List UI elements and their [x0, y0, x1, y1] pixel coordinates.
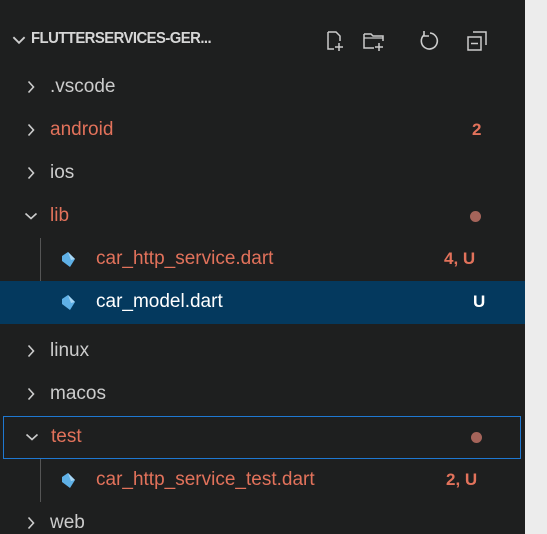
collapse-all-icon[interactable]: [465, 29, 489, 53]
tree-item-label: car_model.dart: [96, 291, 223, 312]
tree-item-android[interactable]: android 2: [0, 109, 525, 152]
chevron-right-icon: [23, 79, 39, 95]
workspace-title[interactable]: FLUTTERSERVICES-GER...: [31, 30, 212, 48]
tree-item-test[interactable]: test: [3, 416, 521, 459]
git-status-badge: U: [473, 292, 486, 311]
chevron-down-icon: [23, 208, 39, 224]
tree-item-ios[interactable]: ios: [0, 152, 525, 195]
tree-item-label: ios: [50, 162, 75, 183]
tree-item-label: lib: [50, 205, 70, 226]
tree-item-label: macos: [50, 383, 106, 404]
tree-item-linux[interactable]: linux: [0, 330, 525, 373]
tree-item-label: car_http_service.dart: [96, 248, 274, 269]
tree-item-vscode[interactable]: .vscode: [0, 66, 525, 109]
tree-item-label: web: [50, 512, 85, 533]
dart-file-icon: [58, 250, 78, 270]
dart-file-icon: [58, 293, 78, 313]
editor-edge: [525, 0, 547, 534]
tree-item-label: android: [50, 119, 114, 140]
tree-item-label: linux: [50, 340, 90, 361]
refresh-icon[interactable]: [417, 29, 441, 53]
chevron-right-icon: [23, 343, 39, 359]
git-status-badge: 4, U: [444, 249, 476, 268]
chevron-right-icon: [23, 165, 39, 181]
chevron-right-icon: [23, 386, 39, 402]
tree-item-car-http-service[interactable]: car_http_service.dart 4, U: [0, 238, 525, 281]
explorer-panel: FLUTTERSERVICES-GER... .vscode android 2: [0, 0, 525, 534]
tree-item-web[interactable]: web: [0, 502, 525, 534]
chevron-down-icon: [24, 429, 40, 445]
explorer-header[interactable]: FLUTTERSERVICES-GER...: [0, 22, 525, 60]
new-file-icon[interactable]: [323, 29, 347, 53]
modified-dot: [470, 211, 481, 222]
chevron-down-icon[interactable]: [10, 31, 28, 49]
modified-dot: [471, 432, 482, 443]
tree-item-label: test: [51, 426, 82, 447]
chevron-right-icon: [23, 515, 39, 531]
tree-item-car-http-service-test[interactable]: car_http_service_test.dart 2, U: [0, 459, 525, 502]
dart-file-icon: [58, 471, 78, 491]
git-status-badge: 2, U: [446, 470, 478, 489]
new-folder-icon[interactable]: [362, 29, 386, 53]
tree-item-label: car_http_service_test.dart: [96, 469, 315, 490]
tree-item-macos[interactable]: macos: [0, 373, 525, 416]
tree-item-label: .vscode: [50, 76, 116, 97]
tree-item-lib[interactable]: lib: [0, 195, 525, 238]
chevron-right-icon: [23, 122, 39, 138]
tree-item-car-model[interactable]: car_model.dart U: [0, 281, 525, 324]
problem-badge: 2: [472, 120, 482, 139]
